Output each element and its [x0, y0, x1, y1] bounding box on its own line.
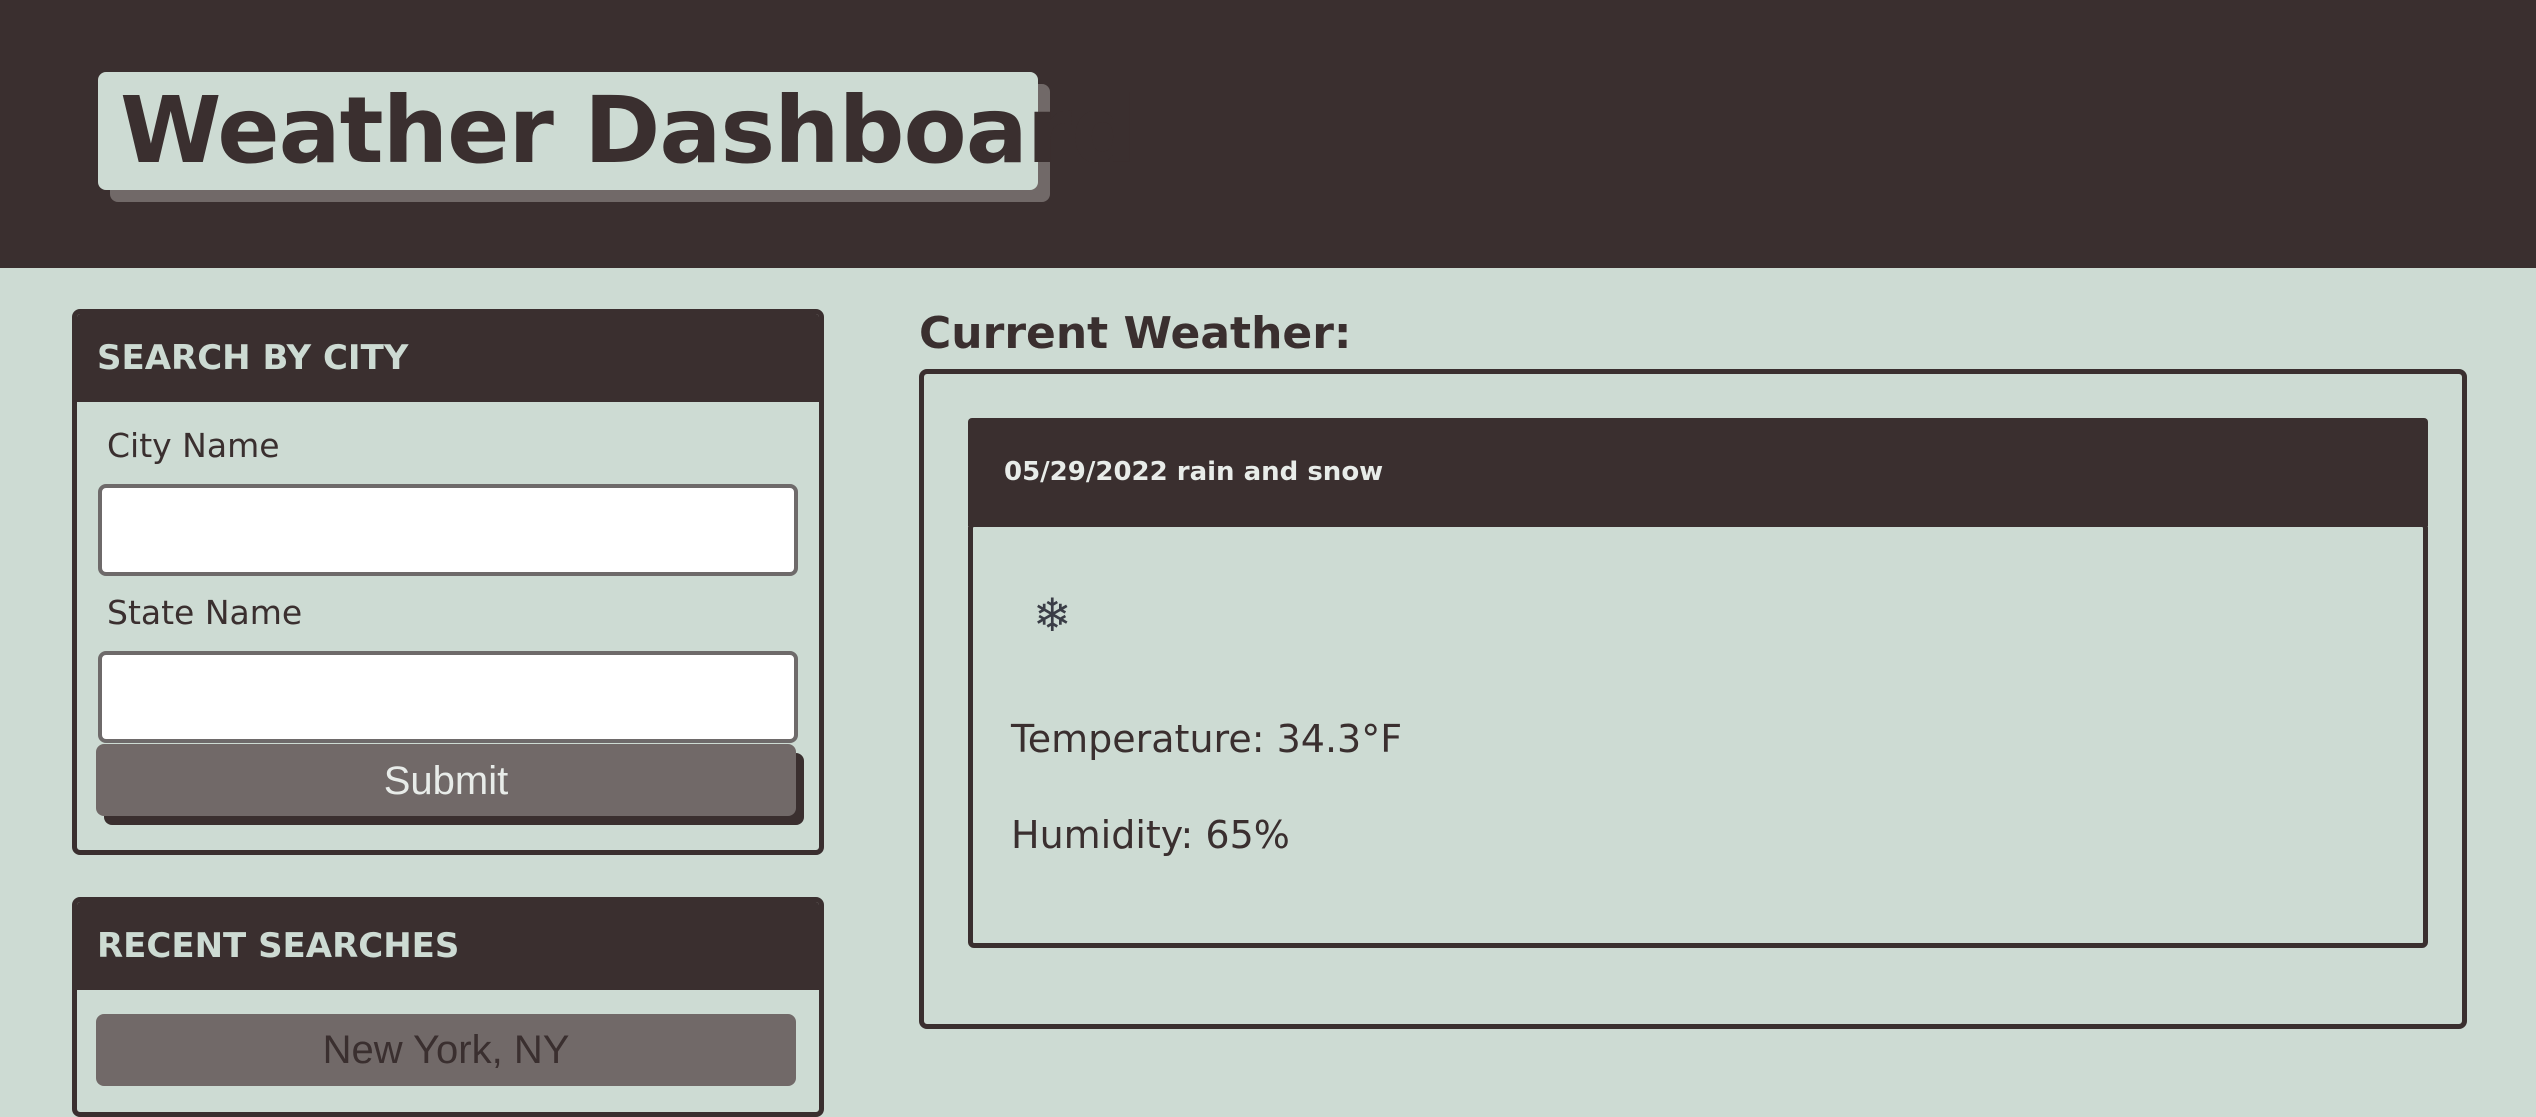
state-name-label: State Name — [107, 593, 303, 632]
search-card-heading: SEARCH BY CITY — [77, 314, 819, 402]
snowflake-icon: ❄ — [1033, 588, 1072, 642]
title-wrap: Weather Dashboard — [98, 72, 1137, 202]
city-name-input[interactable] — [98, 484, 798, 576]
current-weather-panel: 05/29/2022 rain and snow ❄ Temperature: … — [919, 369, 2467, 1029]
state-name-input[interactable] — [98, 651, 798, 743]
temperature-value: Temperature: 34.3°F — [1011, 717, 1403, 761]
recent-search-item[interactable]: New York, NY — [96, 1014, 796, 1086]
humidity-value: Humidity: 65% — [1011, 813, 1290, 857]
submit-button[interactable]: Submit — [96, 744, 796, 816]
page-title: Weather Dashboard — [98, 72, 1137, 190]
recent-searches-heading: RECENT SEARCHES — [77, 902, 819, 990]
current-weather-summary: 05/29/2022 rain and snow — [968, 418, 2428, 526]
current-weather-heading: Current Weather: — [919, 308, 1352, 359]
city-name-label: City Name — [107, 426, 280, 465]
search-card: SEARCH BY CITY City Name State Name Subm… — [72, 309, 824, 855]
recent-searches-card: RECENT SEARCHES New York, NY — [72, 897, 824, 1117]
site-header: Weather Dashboard — [0, 0, 2536, 268]
current-weather-body: ❄ Temperature: 34.3°F Humidity: 65% — [968, 522, 2428, 948]
